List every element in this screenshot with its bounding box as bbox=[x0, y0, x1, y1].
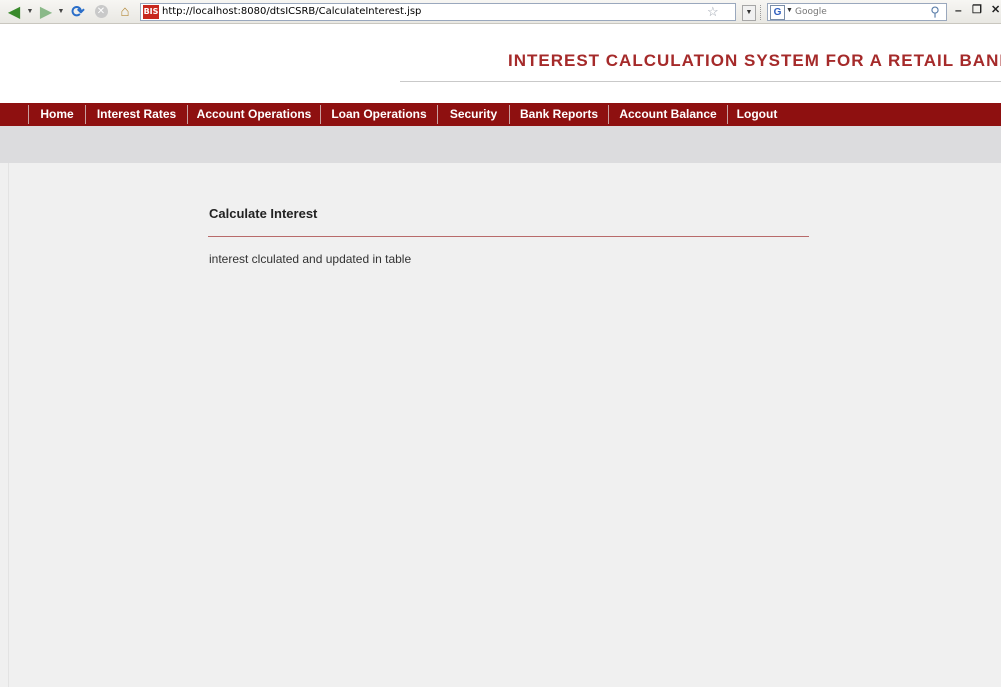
toolbar-divider bbox=[760, 5, 763, 20]
main-nav: Home Interest Rates Account Operations L… bbox=[0, 103, 1001, 126]
back-history-dropdown-icon[interactable]: ▼ bbox=[26, 3, 34, 20]
close-icon[interactable]: ✕ bbox=[991, 3, 1000, 16]
forward-history-dropdown-icon[interactable]: ▼ bbox=[57, 3, 65, 20]
nav-item-home[interactable]: Home bbox=[29, 103, 85, 126]
restore-icon[interactable]: ❐ bbox=[972, 3, 982, 16]
page-title: Calculate Interest bbox=[209, 206, 318, 221]
nav-item-logout[interactable]: Logout bbox=[728, 103, 786, 126]
nav-item-security[interactable]: Security bbox=[438, 103, 509, 126]
nav-item-account-operations[interactable]: Account Operations bbox=[188, 103, 320, 126]
nav-item-interest-rates[interactable]: Interest Rates bbox=[86, 103, 187, 126]
main-content: Calculate Interest interest clculated an… bbox=[0, 163, 1001, 687]
nav-item-bank-reports[interactable]: Bank Reports bbox=[510, 103, 608, 126]
url-text[interactable]: http://localhost:8080/dtsICSRB/Calculate… bbox=[162, 6, 421, 17]
site-favicon: BIS bbox=[143, 5, 159, 19]
home-icon[interactable]: ⌂ bbox=[115, 3, 135, 20]
bookmark-star-icon[interactable]: ☆ bbox=[707, 4, 719, 20]
search-engine-dropdown-icon[interactable]: ▼ bbox=[786, 7, 793, 14]
title-divider bbox=[400, 81, 1001, 82]
browser-toolbar: ◀ ▼ ▶ ▼ ⟳ ✕ ⌂ BIS http://localhost:8080/… bbox=[0, 0, 1001, 24]
minimize-icon[interactable]: – bbox=[955, 3, 962, 17]
search-engine-icon[interactable]: G bbox=[770, 5, 785, 20]
nav-item-loan-operations[interactable]: Loan Operations bbox=[321, 103, 437, 126]
search-bar[interactable]: G ▼ bbox=[767, 3, 947, 21]
url-history-dropdown-icon[interactable]: ▼ bbox=[742, 5, 756, 21]
site-title: INTEREST CALCULATION SYSTEM FOR A RETAIL… bbox=[508, 51, 1001, 70]
search-input[interactable] bbox=[795, 5, 925, 19]
sub-nav-bar bbox=[0, 126, 1001, 163]
forward-icon[interactable]: ▶ bbox=[37, 3, 55, 21]
search-magnify-icon[interactable]: ⚲ bbox=[925, 3, 945, 21]
address-bar[interactable]: BIS http://localhost:8080/dtsICSRB/Calcu… bbox=[140, 3, 736, 21]
page-header: INTEREST CALCULATION SYSTEM FOR A RETAIL… bbox=[0, 24, 1001, 103]
back-icon[interactable]: ◀ bbox=[3, 3, 25, 21]
reload-icon[interactable]: ⟳ bbox=[68, 3, 88, 21]
stop-icon[interactable]: ✕ bbox=[92, 3, 110, 20]
heading-divider bbox=[208, 236, 809, 237]
status-message: interest clculated and updated in table bbox=[209, 252, 412, 266]
nav-item-account-balance[interactable]: Account Balance bbox=[609, 103, 727, 126]
content-left-border bbox=[8, 163, 9, 687]
